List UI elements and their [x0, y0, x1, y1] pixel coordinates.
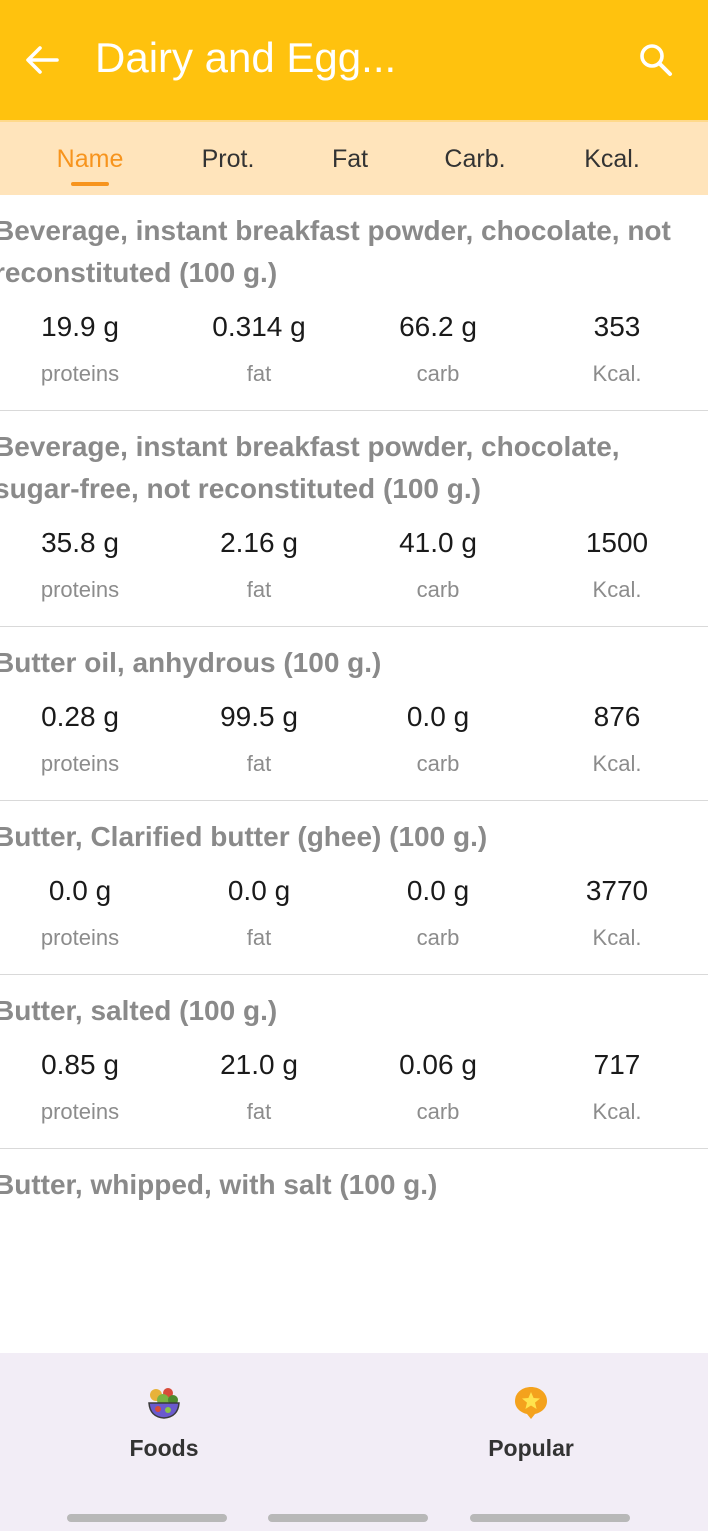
active-tab-indicator	[71, 182, 109, 186]
carb-value: 66.2 g	[399, 311, 477, 342]
search-button[interactable]	[634, 38, 678, 82]
fat-label: fat	[246, 577, 272, 602]
page-title: Dairy and Egg...	[95, 34, 397, 81]
food-name: Butter, whipped, with salt (100 g.)	[0, 1169, 438, 1200]
tab-fat[interactable]: Fat	[290, 122, 410, 197]
food-item[interactable]: Butter oil, anhydrous (100 g.) 0.28 g pro…	[0, 627, 708, 801]
food-item[interactable]: Beverage, instant breakfast powder, choc…	[0, 411, 708, 627]
carb-value: 0.06 g	[399, 1049, 477, 1080]
gesture-handle[interactable]	[67, 1514, 227, 1522]
carb-value: 0.0 g	[406, 701, 470, 732]
kcal-value: 3770	[585, 875, 649, 906]
nav-popular-label: Popular	[488, 1435, 574, 1461]
arrow-left-icon	[26, 46, 59, 74]
protein-label: proteins	[40, 361, 120, 386]
fat-value: 0.0 g	[227, 875, 291, 906]
protein-value: 35.8 g	[41, 527, 119, 558]
fat-label: fat	[246, 1099, 272, 1124]
food-name: Butter, Clarified butter (ghee) (100 g.)	[0, 821, 488, 852]
nutrient-stats: 19.9 g proteins 0.314 g fat 66.2 g carb 353…	[0, 294, 708, 410]
sort-tabs: Name Prot. Fat Carb. Kcal.	[0, 120, 708, 195]
protein-label: proteins	[40, 1099, 120, 1124]
protein-value: 0.0 g	[48, 875, 112, 906]
carb-label: carb	[416, 751, 460, 776]
fat-label: fat	[246, 925, 272, 950]
gesture-handle[interactable]	[470, 1514, 630, 1522]
food-item[interactable]: Beverage, instant breakfast powder, choc…	[0, 195, 708, 411]
food-name: Butter oil, anhydrous (100 g.)	[0, 647, 382, 678]
food-item[interactable]: Butter, whipped, with salt (100 g.)	[0, 1149, 708, 1206]
kcal-value: 876	[593, 701, 641, 732]
fat-value: 2.16 g	[220, 527, 298, 558]
fat-value: 21.0 g	[220, 1049, 298, 1080]
fat-label: fat	[246, 361, 272, 386]
protein-value: 0.28 g	[41, 701, 119, 732]
kcal-label: Kcal.	[592, 577, 642, 602]
search-icon	[640, 44, 672, 76]
carb-label: carb	[416, 925, 460, 950]
star-badge-icon	[515, 1387, 547, 1419]
food-item[interactable]: Butter, salted (100 g.) 0.85 g proteins 2…	[0, 975, 708, 1149]
kcal-label: Kcal.	[592, 751, 642, 776]
bottom-navigation: Foods Popular	[0, 1353, 708, 1503]
carb-value: 41.0 g	[399, 527, 477, 558]
food-item[interactable]: Butter, Clarified butter (ghee) (100 g.)…	[0, 801, 708, 975]
kcal-value: 1500	[585, 527, 649, 558]
carb-label: carb	[416, 577, 460, 602]
kcal-value: 717	[593, 1049, 641, 1080]
gesture-handle[interactable]	[268, 1514, 428, 1522]
protein-label: proteins	[40, 925, 120, 950]
fat-label: fat	[246, 751, 272, 776]
food-name: Butter, salted (100 g.)	[0, 995, 278, 1026]
protein-value: 0.85 g	[41, 1049, 119, 1080]
nutrient-stats: 0.28 g proteins 99.5 g fat 0.0 g carb 876 Kc…	[0, 684, 708, 800]
protein-label: proteins	[40, 577, 120, 602]
kcal-value: 353	[593, 311, 641, 342]
salad-bowl-icon	[148, 1388, 180, 1419]
fat-value: 0.314 g	[212, 311, 306, 342]
kcal-label: Kcal.	[592, 925, 642, 950]
protein-value: 19.9 g	[41, 311, 119, 342]
nav-foods[interactable]: Foods	[64, 1353, 264, 1503]
system-gesture-bar	[0, 1503, 708, 1531]
food-name: Beverage, instant breakfast powder, choc…	[0, 431, 620, 504]
food-name: Beverage, instant breakfast powder, choc…	[0, 215, 671, 288]
nutrient-stats: 35.8 g proteins 2.16 g fat 41.0 g carb 1500…	[0, 510, 708, 626]
nav-foods-label: Foods	[129, 1435, 199, 1461]
fat-value: 99.5 g	[220, 701, 298, 732]
back-button[interactable]	[22, 40, 62, 80]
nav-popular[interactable]: Popular	[431, 1353, 631, 1503]
tab-kcal[interactable]: Kcal.	[552, 122, 672, 197]
nutrient-stats: 0.0 g proteins 0.0 g fat 0.0 g carb 3770 Kca…	[0, 858, 708, 974]
kcal-label: Kcal.	[592, 361, 642, 386]
carb-value: 0.0 g	[406, 875, 470, 906]
food-list[interactable]: Beverage, instant breakfast powder, choc…	[0, 195, 708, 1353]
tab-protein[interactable]: Prot.	[168, 122, 288, 197]
app-bar: Dairy and Egg...	[0, 0, 708, 120]
nutrient-stats: 0.85 g proteins 21.0 g fat 0.06 g carb 717 K…	[0, 1032, 708, 1148]
carb-label: carb	[416, 361, 460, 386]
tab-carb[interactable]: Carb.	[415, 122, 535, 197]
carb-label: carb	[416, 1099, 460, 1124]
protein-label: proteins	[40, 751, 120, 776]
kcal-label: Kcal.	[592, 1099, 642, 1124]
